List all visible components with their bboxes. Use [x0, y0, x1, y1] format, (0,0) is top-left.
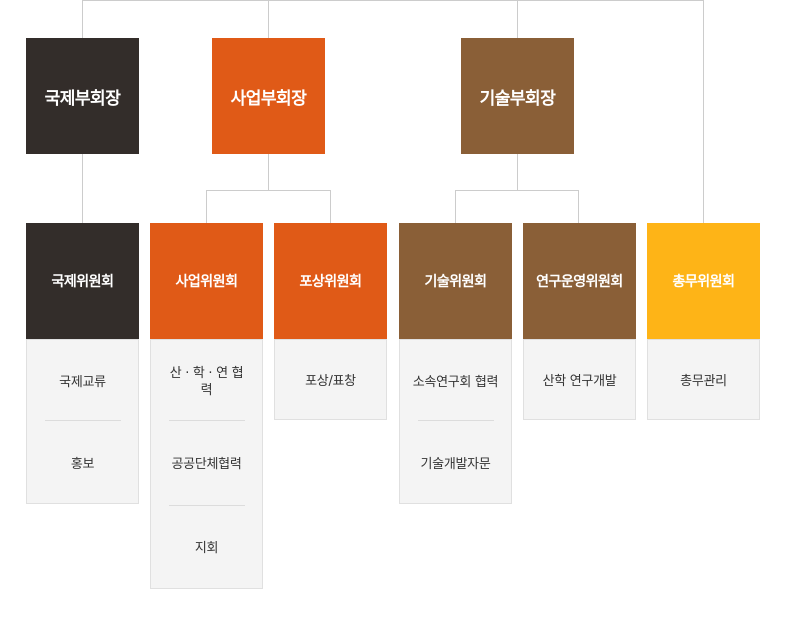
- committee-research-operations-label: 연구운영위원회: [536, 274, 623, 290]
- duty-label: 산 · 학 · 연 협력: [169, 366, 244, 398]
- committee-technical-label: 기술위원회: [424, 274, 487, 290]
- committee-research-operations: 연구운영위원회: [523, 223, 636, 339]
- vp-technical: 기술부회장: [461, 38, 574, 154]
- general-affairs-duties-panel: 총무관리: [647, 339, 760, 420]
- committee-general-affairs: 총무위원회: [647, 223, 760, 339]
- vp-business: 사업부회장: [212, 38, 325, 154]
- duty-item: 소속연구회 협력: [400, 340, 511, 424]
- duty-label: 총무관리: [680, 373, 727, 389]
- duty-label: 기술개발자문: [420, 456, 491, 472]
- duty-item: 총무관리: [648, 340, 759, 422]
- international-duties-panel: 국제교류 홍보: [26, 339, 139, 504]
- duty-item: 공공단체협력: [151, 422, 262, 506]
- committee-general-affairs-label: 총무위원회: [672, 274, 735, 290]
- vp-international: 국제부회장: [26, 38, 139, 154]
- duty-label: 소속연구회 협력: [412, 374, 499, 390]
- technical-duties-panel: 소속연구회 협력 기술개발자문: [399, 339, 512, 504]
- committee-technical: 기술위원회: [399, 223, 512, 339]
- committee-international: 국제위원회: [26, 223, 139, 339]
- duty-item: 지회: [151, 506, 262, 590]
- duty-item: 포상/표창: [275, 340, 386, 422]
- divider: [418, 420, 494, 421]
- committee-business-label: 사업위원회: [175, 274, 238, 290]
- vp-business-label: 사업부회장: [230, 88, 307, 109]
- duty-item: 국제교류: [27, 340, 138, 424]
- duty-label: 홍보: [70, 456, 95, 472]
- committee-awards-label: 포상위원회: [299, 274, 362, 290]
- duty-label: 포상/표창: [305, 373, 356, 389]
- committee-international-label: 국제위원회: [51, 274, 114, 290]
- research-operations-duties-panel: 산학 연구개발: [523, 339, 636, 420]
- duty-item: 산학 연구개발: [524, 340, 635, 422]
- committee-awards: 포상위원회: [274, 223, 387, 339]
- duty-item: 산 · 학 · 연 협력: [151, 340, 262, 424]
- duty-label: 공공단체협력: [171, 456, 242, 472]
- duty-label: 산학 연구개발: [542, 373, 617, 389]
- duty-item: 기술개발자문: [400, 422, 511, 506]
- duty-label: 국제교류: [59, 374, 106, 390]
- vp-international-label: 국제부회장: [44, 88, 121, 109]
- committee-business: 사업위원회: [150, 223, 263, 339]
- vp-technical-label: 기술부회장: [479, 88, 556, 109]
- duty-label: 지회: [194, 540, 219, 556]
- business-duties-panel: 산 · 학 · 연 협력 공공단체협력 지회: [150, 339, 263, 589]
- awards-duties-panel: 포상/표창: [274, 339, 387, 420]
- divider: [169, 420, 245, 421]
- divider: [45, 420, 121, 421]
- duty-item: 홍보: [27, 422, 138, 506]
